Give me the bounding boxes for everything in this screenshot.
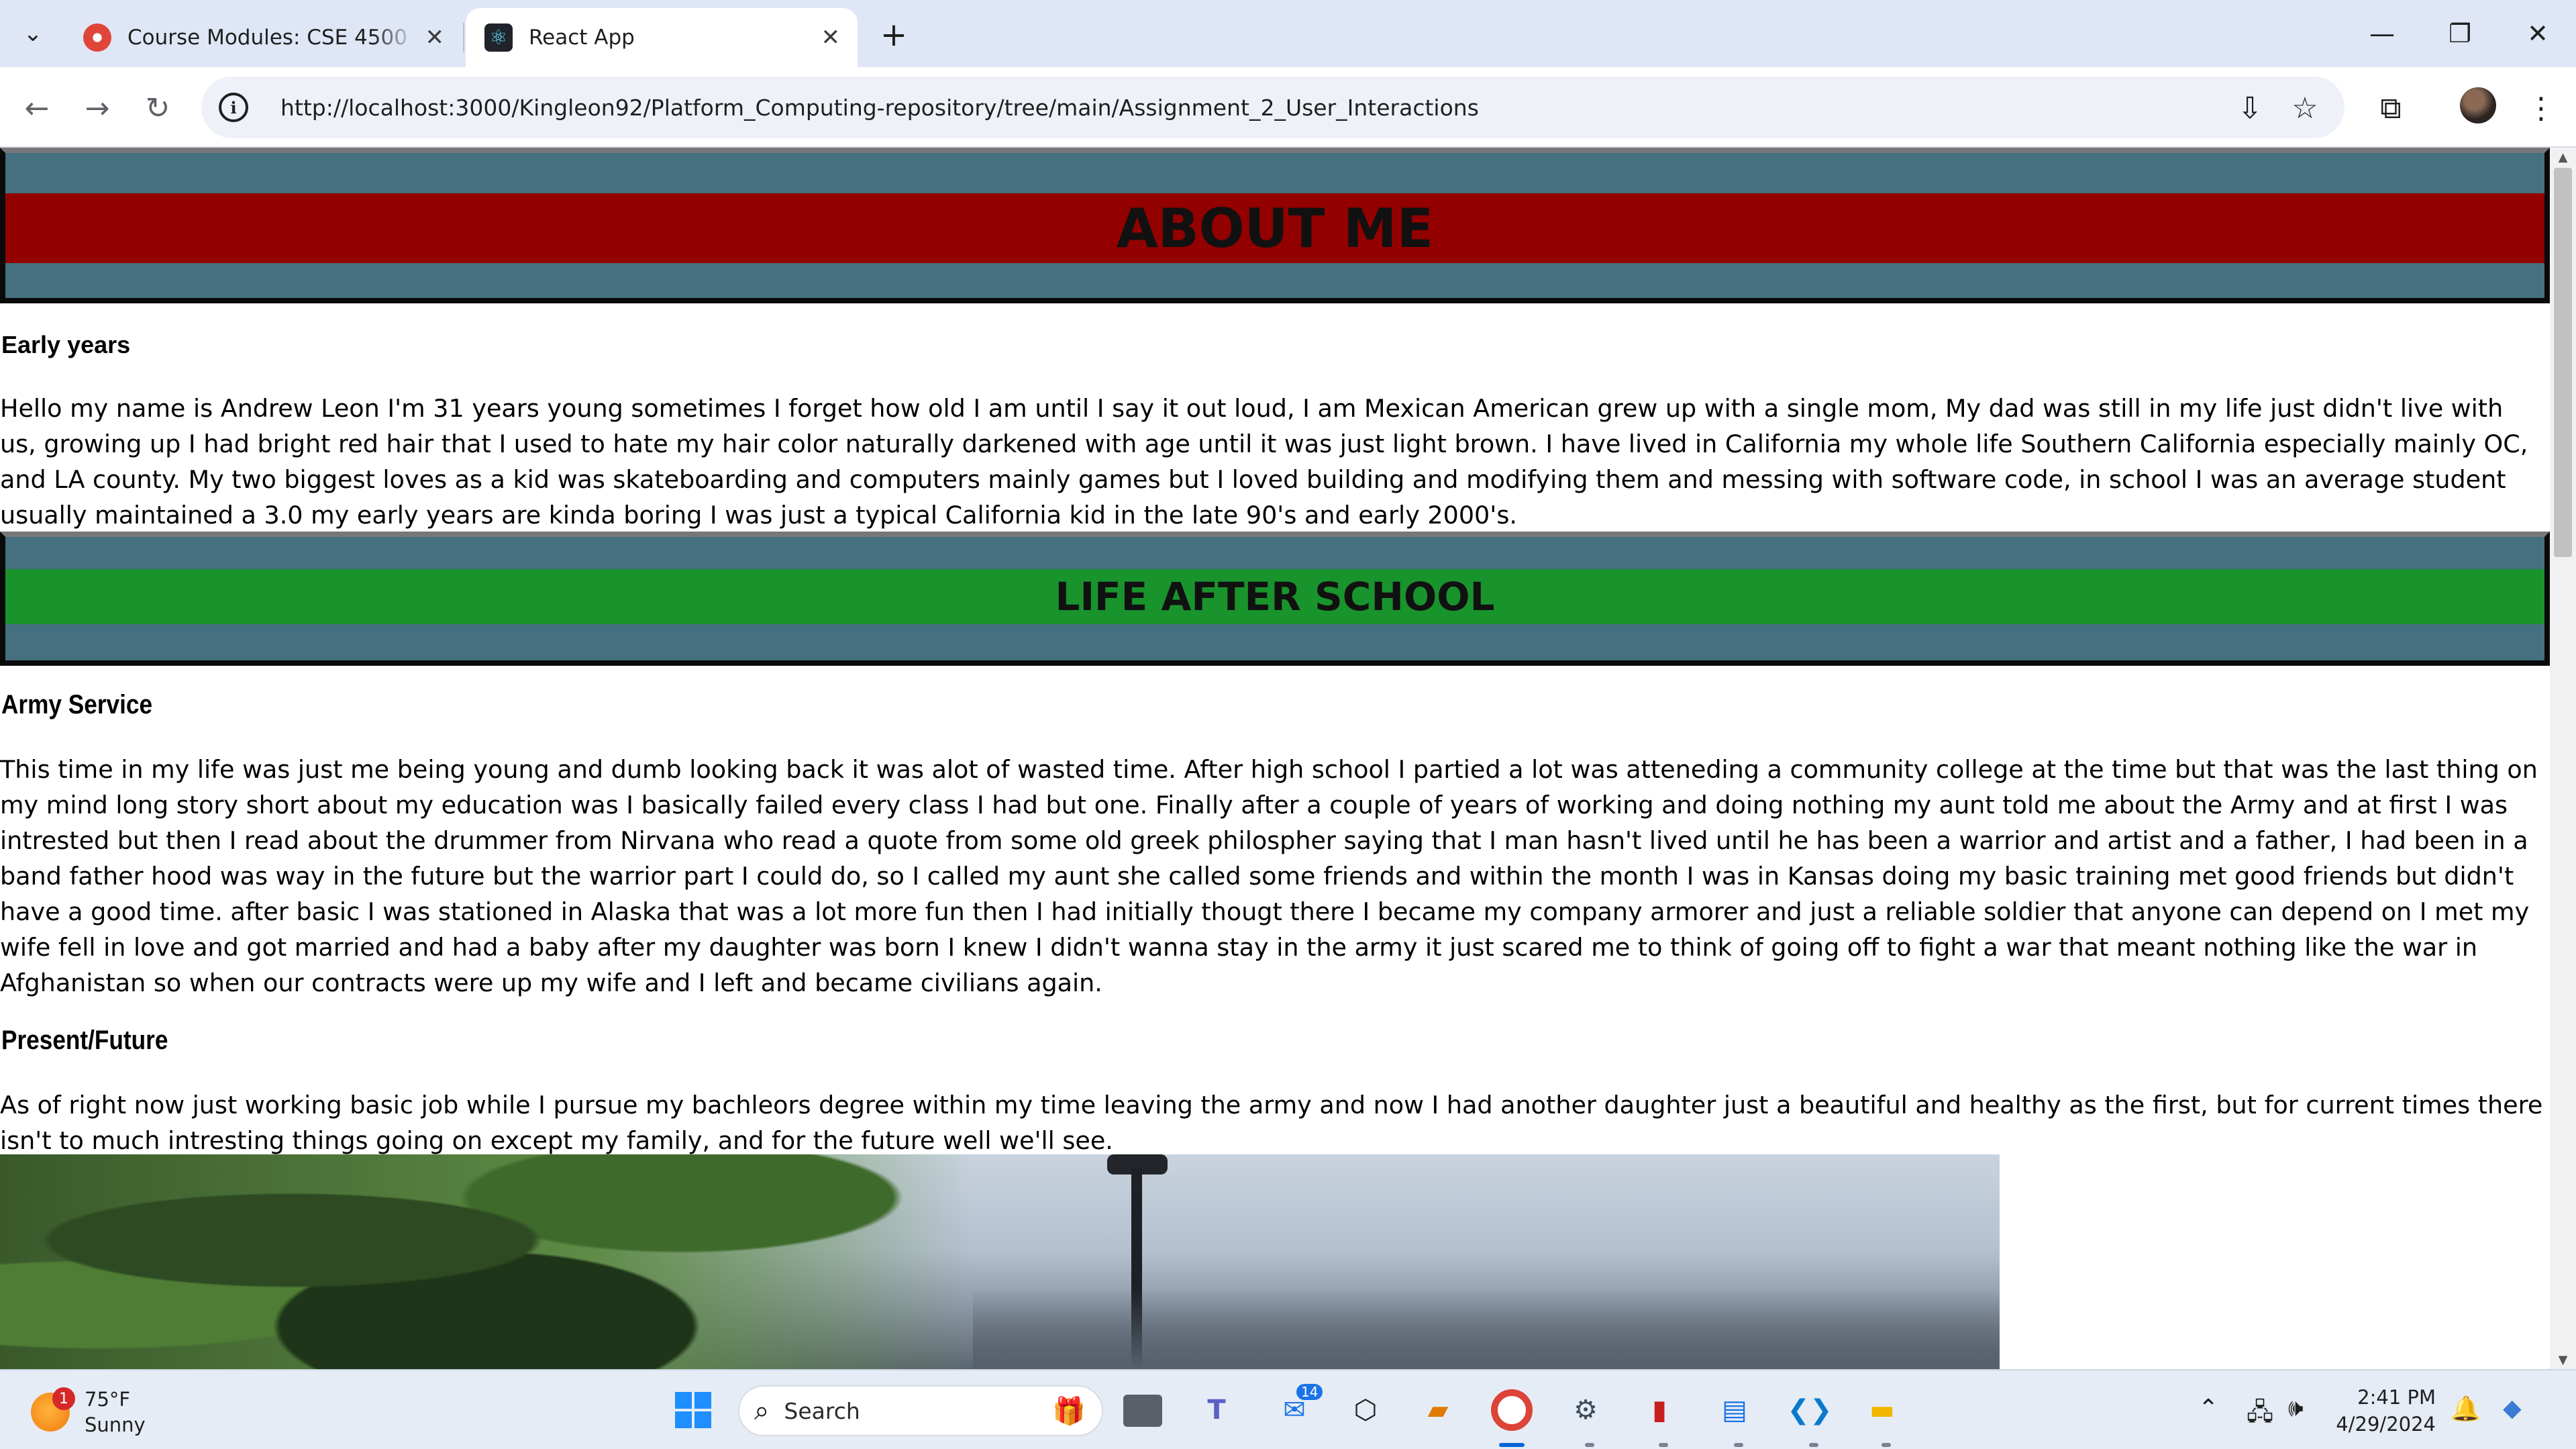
clock-time: 2:41 PM — [2357, 1386, 2436, 1409]
notepad-running-indicator — [1734, 1443, 1743, 1447]
windows-start-icon[interactable] — [671, 1388, 715, 1432]
system-clock[interactable]: 2:41 PM 4/29/2024 — [2335, 1384, 2436, 1438]
close-tab-icon[interactable]: ✕ — [821, 24, 841, 51]
sun-icon: 1 — [31, 1387, 75, 1432]
photo-tree — [0, 1154, 973, 1369]
tab-title: Course Modules: CSE 4500 (01) Platform C… — [127, 26, 416, 50]
profile-avatar[interactable] — [2460, 87, 2496, 123]
weather-desc: Sunny — [85, 1413, 146, 1436]
tab-strip: ⌄ Course Modules: CSE 4500 (01) Platform… — [0, 0, 2576, 67]
forward-arrow-icon[interactable]: → — [74, 85, 121, 132]
scroll-up-arrow-icon[interactable]: ▲ — [2550, 148, 2576, 166]
teams-icon[interactable]: T — [1194, 1388, 1239, 1432]
search-highlight-icon: 🎁 — [1052, 1395, 1086, 1427]
mail-icon[interactable]: ✉ 14 — [1272, 1384, 1323, 1432]
app-running-indicator — [1659, 1443, 1668, 1447]
task-view-icon[interactable] — [1123, 1395, 1162, 1427]
life-after-school-title: LIFE AFTER SCHOOL — [5, 569, 2544, 624]
windows-taskbar: 1 75°F Sunny ⌕ Search 🎁 T ✉ 14 ⬡ ▰ ⚙ ▮ ▤… — [0, 1369, 2576, 1449]
tab-search-chevron-icon[interactable]: ⌄ — [8, 9, 58, 58]
browser-toolbar: ← → ↻ i http://localhost:3000/Kingleon92… — [0, 67, 2576, 148]
search-icon: ⌕ — [754, 1395, 770, 1426]
taskbar-search-box[interactable]: ⌕ Search 🎁 — [738, 1385, 1103, 1436]
scroll-down-arrow-icon[interactable]: ▼ — [2550, 1350, 2576, 1369]
about-me-title: ABOUT ME — [5, 193, 2544, 263]
minimize-icon[interactable]: — — [2345, 0, 2420, 67]
notepad-icon[interactable]: ▤ — [1712, 1388, 1757, 1432]
page-viewport: ABOUT ME Early years Hello my name is An… — [0, 148, 2550, 1369]
bookmark-star-icon[interactable]: ☆ — [2281, 85, 2328, 132]
present-future-heading: Present/Future — [1, 1026, 168, 1055]
volume-icon[interactable]: 🕪 — [2288, 1395, 2304, 1423]
notification-badge: 1 — [52, 1387, 75, 1410]
presentation-app-icon[interactable]: ▰ — [1416, 1388, 1460, 1432]
tab-react-app[interactable]: ⚛ React App ✕ — [466, 8, 858, 67]
file-explorer-icon[interactable]: ▬ — [1860, 1388, 1904, 1432]
about-me-banner: ABOUT ME — [0, 148, 2550, 303]
network-icon[interactable]: 🖧 — [2247, 1395, 2273, 1436]
close-window-icon[interactable]: ✕ — [2500, 0, 2575, 67]
settings-gear-icon[interactable]: ⚙ — [1563, 1388, 1608, 1432]
weather-widget[interactable]: 1 75°F Sunny — [31, 1387, 146, 1438]
reload-icon[interactable]: ↻ — [134, 85, 181, 132]
red-app-icon[interactable]: ▮ — [1637, 1388, 1682, 1432]
chrome-active-indicator — [1499, 1443, 1525, 1447]
address-bar[interactable]: i http://localhost:3000/Kingleon92/Platf… — [201, 77, 2345, 138]
vscode-icon[interactable]: ❮❯ — [1787, 1388, 1832, 1432]
army-service-paragraph: This time in my life was just me being y… — [0, 755, 2538, 997]
early-years-heading: Early years — [1, 331, 131, 358]
tab-title: React App — [529, 26, 635, 50]
mail-badge: 14 — [1296, 1384, 1323, 1400]
site-info-icon[interactable]: i — [219, 93, 248, 122]
chrome-menu-icon[interactable]: ⋮ — [2518, 85, 2565, 132]
settings-running-indicator — [1585, 1443, 1594, 1447]
url-text[interactable]: http://localhost:3000/Kingleon92/Platfor… — [280, 95, 1479, 121]
extensions-puzzle-icon[interactable]: ⧉ — [2367, 85, 2414, 132]
page-scrollbar[interactable]: ▲ ▼ — [2550, 148, 2576, 1369]
army-service-heading: Army Service — [1, 690, 153, 719]
family-photo — [0, 1154, 2000, 1369]
weather-temp: 75°F — [85, 1388, 131, 1411]
search-label: Search — [784, 1397, 860, 1424]
back-arrow-icon[interactable]: ← — [13, 85, 60, 132]
show-hidden-icons-chevron-icon[interactable]: ⌃ — [2198, 1395, 2218, 1422]
explorer-running-indicator — [1882, 1443, 1891, 1447]
restore-icon[interactable]: ❐ — [2422, 0, 2497, 67]
present-future-paragraph: As of right now just working basic job w… — [0, 1091, 2543, 1155]
chrome-icon[interactable] — [1491, 1389, 1533, 1431]
early-years-paragraph: Hello my name is Andrew Leon I'm 31 year… — [0, 394, 2528, 530]
security-app-icon[interactable]: ⬡ — [1343, 1388, 1388, 1432]
clock-date: 4/29/2024 — [2336, 1413, 2436, 1436]
canvas-favicon-icon — [83, 23, 111, 52]
photo-hills — [973, 1289, 2000, 1369]
close-tab-icon[interactable]: ✕ — [425, 24, 445, 51]
copilot-icon[interactable]: ◆ — [2503, 1395, 2522, 1422]
react-favicon-icon: ⚛ — [484, 23, 513, 52]
install-app-icon[interactable]: ⇩ — [2226, 85, 2273, 132]
scrollbar-thumb[interactable] — [2554, 168, 2572, 557]
notification-bell-icon[interactable]: 🔔 — [2451, 1395, 2481, 1423]
tab-separator — [463, 23, 464, 52]
new-tab-plus-icon[interactable]: + — [872, 13, 915, 56]
life-after-school-banner: LIFE AFTER SCHOOL — [0, 532, 2550, 666]
tab-course-modules[interactable]: Course Modules: CSE 4500 (01) Platform C… — [64, 8, 462, 67]
vscode-running-indicator — [1809, 1443, 1818, 1447]
